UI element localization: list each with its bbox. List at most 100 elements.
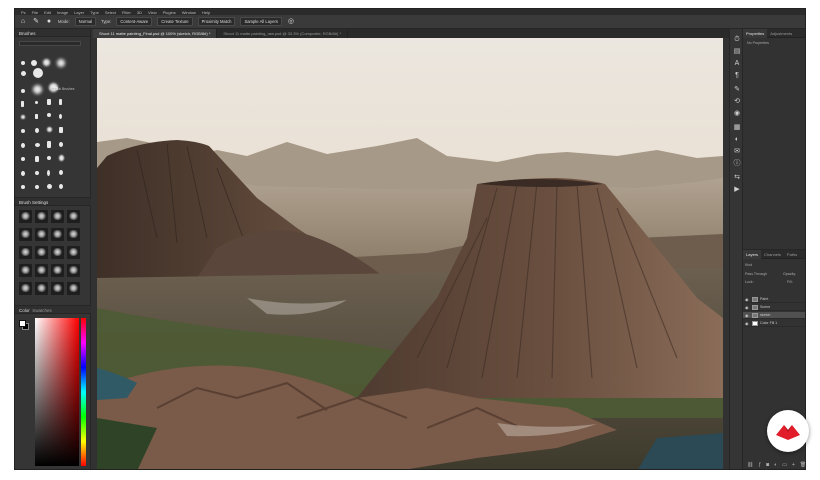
- blend-mode-select[interactable]: Pass Through: [745, 272, 767, 278]
- layer-name: Scene: [760, 305, 771, 309]
- paragraph-icon[interactable]: ¶: [732, 71, 742, 81]
- swatches-tab[interactable]: Swatches: [32, 308, 52, 313]
- menu-item[interactable]: Select: [105, 10, 116, 15]
- color-picker-field[interactable]: [35, 318, 79, 466]
- menu-item[interactable]: File: [32, 10, 38, 15]
- layer-row[interactable]: ◉ Paint: [743, 296, 805, 303]
- menu-item[interactable]: Type: [90, 10, 99, 15]
- layer-row-selected[interactable]: ◉ sketch: [743, 312, 805, 319]
- brush-preset-thumb[interactable]: [19, 264, 32, 277]
- link-icon[interactable]: ⛓: [747, 462, 753, 468]
- brush-preset-thumb[interactable]: [67, 228, 80, 241]
- brush-preset-icon[interactable]: ●: [45, 18, 53, 26]
- visibility-eye-icon[interactable]: ◉: [745, 313, 750, 318]
- visibility-eye-icon[interactable]: ◉: [745, 305, 750, 310]
- brush-preset-thumb[interactable]: [35, 210, 48, 223]
- foreground-color-swatch[interactable]: [19, 320, 26, 327]
- new-layer-icon[interactable]: +: [792, 462, 795, 468]
- brush-preset-thumb[interactable]: [19, 246, 32, 259]
- layer-row[interactable]: ◉ Scene: [743, 304, 805, 311]
- menu-item[interactable]: Help: [202, 10, 210, 15]
- color-wheel-icon[interactable]: ◉: [732, 109, 742, 119]
- layer-name: Color Fill 1: [760, 321, 778, 325]
- brush-preset-grid[interactable]: [19, 59, 75, 194]
- menu-item[interactable]: View: [148, 10, 157, 15]
- brush-preset-thumb[interactable]: [19, 210, 32, 223]
- brush-preset-thumb[interactable]: [35, 228, 48, 241]
- mask-icon[interactable]: ◙: [766, 462, 769, 468]
- history-icon[interactable]: ⏱: [732, 35, 742, 45]
- menu-item[interactable]: Window: [182, 10, 196, 15]
- pressure-icon[interactable]: ◎: [287, 18, 295, 26]
- visibility-eye-icon[interactable]: ◉: [745, 297, 750, 302]
- brush-preset-thumb[interactable]: [51, 210, 64, 223]
- brush-preset-thumb[interactable]: [67, 246, 80, 259]
- document-canvas[interactable]: [97, 38, 723, 469]
- tab-layers[interactable]: Layers: [743, 249, 762, 259]
- measure-icon[interactable]: ⇆: [732, 173, 742, 183]
- adjustment-layer-icon[interactable]: ◐: [774, 462, 777, 468]
- options-bar: ⌂ ✎ ● Mode: Normal Type: Content-Aware C…: [15, 15, 805, 29]
- menu-item[interactable]: Filter: [122, 10, 131, 15]
- brush-preset-thumb[interactable]: [67, 264, 80, 277]
- brush-preset-thumb[interactable]: [51, 246, 64, 259]
- sample-all-layers-checkbox[interactable]: Sample All Layers: [240, 17, 282, 26]
- menu-item[interactable]: Ps: [21, 10, 26, 15]
- brush-preset-thumb[interactable]: [35, 282, 48, 295]
- menu-item[interactable]: Layer: [74, 10, 84, 15]
- brush-preset-thumb[interactable]: [35, 246, 48, 259]
- brushes-panel-title: Brushes: [15, 29, 90, 37]
- brush-preset-thumb[interactable]: [51, 282, 64, 295]
- brush-preset-thumb[interactable]: [67, 210, 80, 223]
- adjustments-icon[interactable]: ◐: [732, 135, 742, 145]
- brush-preset-thumb[interactable]: [67, 282, 80, 295]
- home-icon[interactable]: ⌂: [19, 18, 27, 26]
- channel-logo: [767, 410, 809, 452]
- layer-kind-filter[interactable]: Kind: [745, 263, 752, 269]
- color-panel: Color Swatches: [15, 305, 91, 469]
- mode-label: Mode:: [58, 19, 70, 24]
- menu-item[interactable]: Plugins: [163, 10, 176, 15]
- healing-brush-icon[interactable]: ✎: [32, 18, 40, 26]
- color-panel-tabs: Color Swatches: [15, 306, 91, 314]
- menu-item[interactable]: 3D: [137, 10, 142, 15]
- tab-properties[interactable]: Properties: [743, 28, 768, 38]
- brush-icon[interactable]: ✎: [732, 85, 742, 95]
- new-group-icon[interactable]: ▭: [782, 462, 787, 468]
- character-icon[interactable]: A: [732, 59, 742, 69]
- tab-channels[interactable]: Channels: [761, 250, 784, 259]
- menu-item[interactable]: Image: [57, 10, 68, 15]
- brush-preset-thumb[interactable]: [51, 228, 64, 241]
- brush-preset-thumb[interactable]: [19, 228, 32, 241]
- color-tab[interactable]: Color: [19, 308, 30, 313]
- photoshop-window: Ps File Edit Image Layer Type Select Fil…: [14, 8, 806, 470]
- swatches-icon[interactable]: ▦: [732, 123, 742, 133]
- document-tab-active[interactable]: Shoot 11 matte painting_Final.psd @ 100%…: [93, 29, 218, 38]
- menu-item[interactable]: Edit: [44, 10, 51, 15]
- layer-comps-icon[interactable]: ▤: [732, 47, 742, 57]
- brush-search-input[interactable]: [19, 41, 81, 46]
- info-icon[interactable]: ⓘ: [732, 159, 742, 169]
- left-panel-dock: Brushes General Brushes Brush Settings C…: [15, 29, 91, 469]
- brush-preset-thumb[interactable]: [51, 264, 64, 277]
- type-label: Type:: [101, 19, 112, 24]
- hue-slider[interactable]: [81, 318, 86, 466]
- layer-row[interactable]: ◉ Color Fill 1: [743, 320, 805, 327]
- mode-select[interactable]: Normal: [74, 17, 97, 26]
- tab-paths[interactable]: Paths: [784, 250, 800, 259]
- tab-adjustments[interactable]: Adjustments: [767, 29, 795, 38]
- trash-icon[interactable]: 🗑: [800, 462, 805, 468]
- brush-preset-thumb[interactable]: [35, 264, 48, 277]
- visibility-eye-icon[interactable]: ◉: [745, 321, 750, 326]
- notes-icon[interactable]: ✉: [732, 147, 742, 157]
- actions-icon[interactable]: ▶: [732, 185, 742, 195]
- clone-source-icon[interactable]: ⟲: [732, 97, 742, 107]
- create-texture-button[interactable]: Create Texture: [157, 17, 193, 26]
- proximity-match-button[interactable]: Proximity Match: [197, 17, 236, 26]
- brush-preset-thumb[interactable]: [19, 282, 32, 295]
- brush-settings-panel: Brush Settings: [15, 197, 91, 302]
- document-tab[interactable]: Shoot 11 matte painting_raw.psd @ 33.3% …: [217, 29, 348, 38]
- fx-icon[interactable]: ƒ: [758, 462, 761, 468]
- content-aware-button[interactable]: Content-Aware: [116, 17, 153, 26]
- layers-footer: ⛓ ƒ ◙ ◐ ▭ + 🗑: [747, 462, 805, 468]
